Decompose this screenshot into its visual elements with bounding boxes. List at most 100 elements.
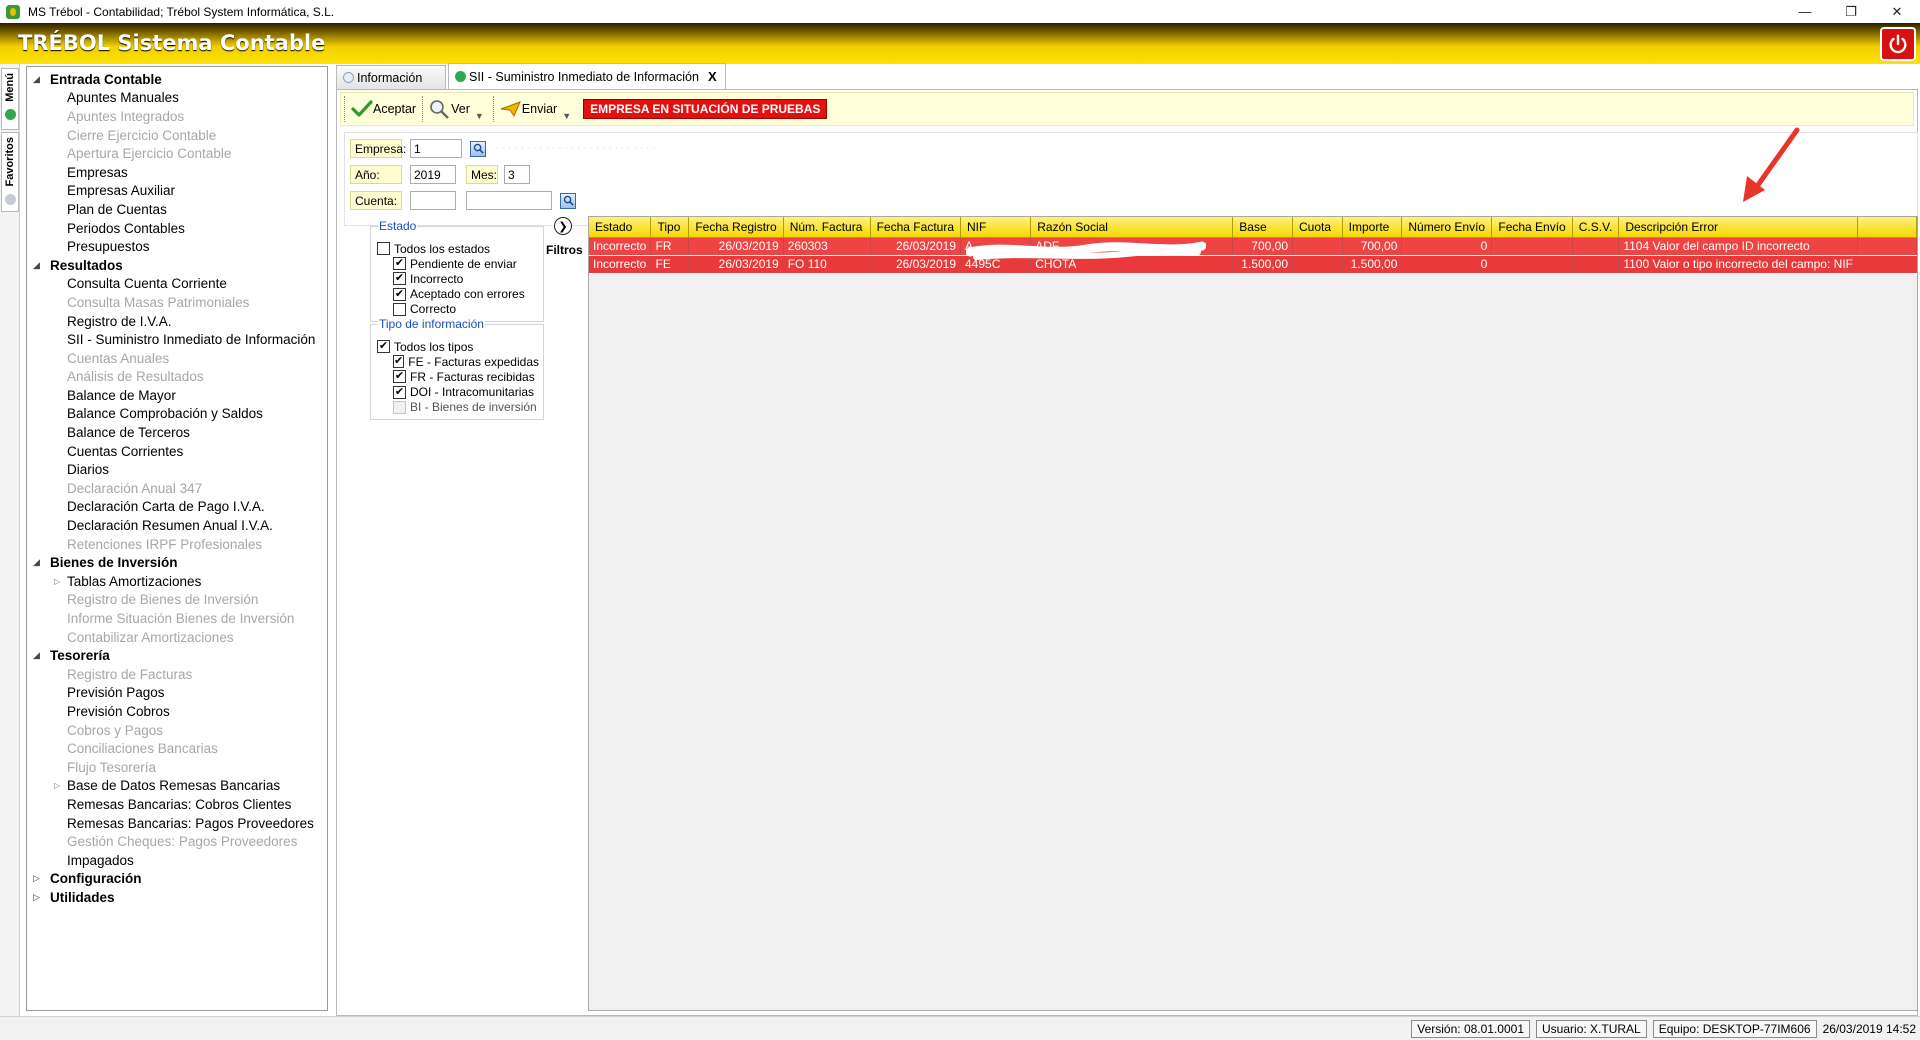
expand-icon[interactable]: ▷ (54, 781, 60, 790)
tree-section[interactable]: ◢ Entrada Contable (27, 70, 327, 89)
tree-item[interactable]: ▷ Base de Datos Remesas Bancarias (27, 777, 327, 796)
expand-icon[interactable]: ▷ (33, 873, 43, 884)
tree-item[interactable]: Registro de I.V.A. (27, 312, 327, 331)
toolbar-separator (492, 96, 494, 122)
power-button[interactable] (1880, 27, 1916, 61)
tree-item[interactable]: Apuntes Manuales (27, 89, 327, 108)
cuenta-lookup-button[interactable] (560, 192, 576, 209)
tree-item[interactable]: Presupuestos (27, 237, 327, 256)
paper-plane-icon (500, 101, 521, 118)
checked-box-icon[interactable]: ✔ (393, 355, 405, 369)
checkbox-option[interactable]: ✔ Incorrecto (377, 271, 539, 286)
column-header[interactable]: Fecha Registro (688, 217, 784, 238)
checkbox-option[interactable]: ✔ DOI - Intracomunitarias (377, 385, 539, 400)
checkbox-option[interactable]: ✔ Pendiente de enviar (377, 256, 539, 271)
cuenta-input[interactable] (410, 191, 456, 210)
checkbox-option[interactable]: ✔ FR - Facturas recibidas (377, 369, 539, 384)
tree-item[interactable]: Declaración Resumen Anual I.V.A. (27, 516, 327, 535)
tree-section[interactable]: ◢ Tesorería (27, 646, 327, 665)
column-header[interactable]: Estado (589, 217, 652, 238)
collapse-filters-button[interactable]: ❯ (554, 217, 572, 235)
table-row[interactable]: Incorrecto FR 26/03/2019 260303 26/03/2019 A A… (589, 237, 1917, 256)
checked-box-icon[interactable]: ✔ (393, 272, 406, 286)
tree-item[interactable]: Plan de Cuentas (27, 200, 327, 219)
tree-item[interactable]: ▷ Tablas Amortizaciones (27, 572, 327, 591)
view-dropdown-icon[interactable]: ▼ (475, 111, 484, 125)
column-header[interactable]: Fecha Envío (1491, 217, 1573, 238)
collapse-icon[interactable]: ◢ (33, 260, 43, 271)
tree-item[interactable]: Remesas Bancarias: Pagos Proveedores (27, 814, 327, 833)
table-cell: Incorrecto (589, 255, 652, 274)
tree-item[interactable]: Balance de Mayor (27, 386, 327, 405)
checkbox-option[interactable]: Todos los estados (377, 241, 539, 256)
tree-item[interactable]: Diarios (27, 460, 327, 479)
checkbox-option[interactable]: ✔ FE - Facturas expedidas (377, 354, 539, 369)
collapse-icon[interactable]: ◢ (33, 74, 43, 85)
checked-box-icon[interactable]: ✔ (377, 340, 390, 354)
minimize-icon[interactable]: — (1782, 0, 1828, 23)
anio-input[interactable]: 2019 (410, 165, 456, 184)
empresa-lookup-button[interactable] (470, 140, 486, 157)
expand-icon[interactable]: ▷ (54, 577, 60, 586)
tree-item[interactable]: Empresas Auxiliar (27, 182, 327, 201)
results-grid[interactable]: Estado Tipo Fecha Registro Núm. Factura Fech… (588, 216, 1918, 1011)
table-cell: 700,00 (1342, 237, 1403, 256)
unchecked-box-icon[interactable] (393, 302, 406, 316)
collapse-icon[interactable]: ◢ (33, 557, 43, 568)
close-icon[interactable]: ✕ (1874, 0, 1920, 23)
checked-box-icon[interactable]: ✔ (393, 370, 406, 384)
tree-item[interactable]: Previsión Pagos (27, 684, 327, 703)
column-header[interactable]: Base (1232, 217, 1293, 238)
table-row[interactable]: Incorrecto FE 26/03/2019 FO 110 26/03/2019 44… (589, 255, 1917, 274)
send-dropdown-icon[interactable]: ▼ (562, 111, 571, 125)
machine-status: Equipo: DESKTOP-77IM606 (1652, 1019, 1817, 1038)
tree-item[interactable]: Cuentas Corrientes (27, 442, 327, 461)
tree-item[interactable]: Empresas (27, 163, 327, 182)
expand-icon[interactable]: ▷ (33, 892, 43, 903)
column-header[interactable]: Núm. Factura (783, 217, 871, 238)
column-header[interactable]: Descripción Error (1618, 217, 1858, 238)
tree-item[interactable]: SII - Suministro Inmediato de Informació… (27, 330, 327, 349)
tree-item[interactable]: Periodos Contables (27, 219, 327, 238)
tree-item[interactable]: Impagados (27, 851, 327, 870)
accept-button[interactable]: Aceptar (348, 95, 419, 123)
checked-box-icon[interactable]: ✔ (393, 287, 406, 301)
checkmark-icon (351, 100, 373, 117)
column-header[interactable]: NIF (960, 217, 1032, 238)
tree-section[interactable]: ◢ Resultados (27, 256, 327, 275)
mes-input[interactable]: 3 (504, 165, 530, 184)
column-header[interactable]: Cuota (1292, 217, 1343, 238)
side-tab-menu[interactable]: Menú (1, 68, 19, 130)
checkbox-option[interactable]: ✔ Aceptado con errores (377, 287, 539, 302)
tree-section[interactable]: ◢ Bienes de Inversión (27, 553, 327, 572)
tree-item[interactable]: Remesas Bancarias: Cobros Clientes (27, 795, 327, 814)
column-header[interactable]: Importe (1342, 217, 1403, 238)
tree-item[interactable]: Consulta Cuenta Corriente (27, 275, 327, 294)
tab-close-icon[interactable]: X (708, 69, 717, 84)
checked-box-icon[interactable]: ✔ (393, 257, 406, 271)
column-header[interactable]: Razón Social (1030, 217, 1234, 238)
send-button[interactable]: Enviar (497, 95, 560, 123)
view-button[interactable]: Ver (426, 95, 473, 123)
collapse-icon[interactable]: ◢ (33, 650, 43, 661)
tree-item[interactable]: Previsión Cobros (27, 702, 327, 721)
column-header[interactable]: Tipo (650, 217, 690, 238)
toolbar-separator (344, 96, 345, 122)
checked-box-icon[interactable]: ✔ (393, 385, 406, 399)
tree-section[interactable]: ▷ Configuración (27, 870, 327, 889)
tree-section[interactable]: ▷ Utilidades (27, 888, 327, 907)
column-header[interactable]: Número Envío (1401, 217, 1493, 238)
tab-sii[interactable]: SII - Suministro Inmediato de Informació… (448, 63, 726, 89)
tree-item[interactable]: Balance Comprobación y Saldos (27, 405, 327, 424)
column-header[interactable]: C.S.V. (1572, 217, 1620, 238)
restore-icon[interactable]: ❐ (1828, 0, 1874, 23)
column-header[interactable]: Fecha Factura (870, 217, 962, 238)
tree-item[interactable]: Balance de Terceros (27, 423, 327, 442)
unchecked-box-icon[interactable] (377, 242, 390, 256)
checkbox-option[interactable]: Correcto (377, 302, 539, 317)
tab-informacion[interactable]: Información (336, 65, 446, 89)
empresa-input[interactable]: 1 (410, 139, 462, 158)
tree-item[interactable]: Declaración Carta de Pago I.V.A. (27, 498, 327, 517)
checkbox-option[interactable]: ✔ Todos los tipos (377, 339, 539, 354)
side-tab-favorites[interactable]: Favoritos (1, 132, 19, 212)
